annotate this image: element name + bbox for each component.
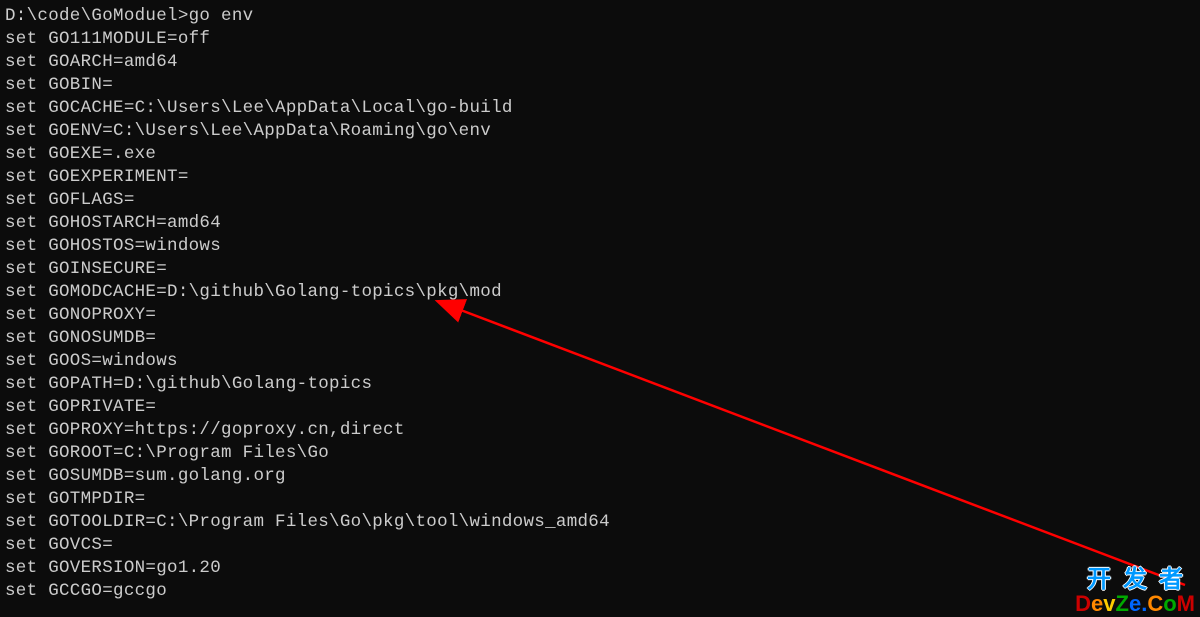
- output-line: set GOVCS=: [5, 534, 1195, 557]
- output-line: set GOENV=C:\Users\Lee\AppData\Roaming\g…: [5, 120, 1195, 143]
- output-line: set GOHOSTARCH=amd64: [5, 212, 1195, 235]
- output-line: set GOCACHE=C:\Users\Lee\AppData\Local\g…: [5, 97, 1195, 120]
- output-line: set GOARCH=amd64: [5, 51, 1195, 74]
- output-line: set GOTOOLDIR=C:\Program Files\Go\pkg\to…: [5, 511, 1195, 534]
- output-line: set GOPROXY=https://goproxy.cn,direct: [5, 419, 1195, 442]
- output-line: set GOOS=windows: [5, 350, 1195, 373]
- output-line: set GOEXE=.exe: [5, 143, 1195, 166]
- output-line: set GOSUMDB=sum.golang.org: [5, 465, 1195, 488]
- output-line: set GOTMPDIR=: [5, 488, 1195, 511]
- output-line: set GOPATH=D:\github\Golang-topics: [5, 373, 1195, 396]
- output-line: set GONOPROXY=: [5, 304, 1195, 327]
- watermark-logo: 开发者 DevZe.CoM: [1075, 567, 1195, 615]
- terminal-output: D:\code\GoModuel>go env set GO111MODULE=…: [5, 5, 1195, 603]
- output-line: set GOBIN=: [5, 74, 1195, 97]
- prompt-line: D:\code\GoModuel>go env: [5, 5, 1195, 28]
- output-line: set GONOSUMDB=: [5, 327, 1195, 350]
- output-line: set GOPRIVATE=: [5, 396, 1195, 419]
- output-line: set GOHOSTOS=windows: [5, 235, 1195, 258]
- watermark-cn-text: 开发者: [1075, 567, 1195, 592]
- output-line: set GOVERSION=go1.20: [5, 557, 1195, 580]
- output-line: set GO111MODULE=off: [5, 28, 1195, 51]
- output-line: set GOFLAGS=: [5, 189, 1195, 212]
- output-line: set GOEXPERIMENT=: [5, 166, 1195, 189]
- output-line: set GOMODCACHE=D:\github\Golang-topics\p…: [5, 281, 1195, 304]
- watermark-en-text: DevZe.CoM: [1075, 592, 1195, 615]
- output-line: set GOINSECURE=: [5, 258, 1195, 281]
- output-line: set GCCGO=gccgo: [5, 580, 1195, 603]
- output-line: set GOROOT=C:\Program Files\Go: [5, 442, 1195, 465]
